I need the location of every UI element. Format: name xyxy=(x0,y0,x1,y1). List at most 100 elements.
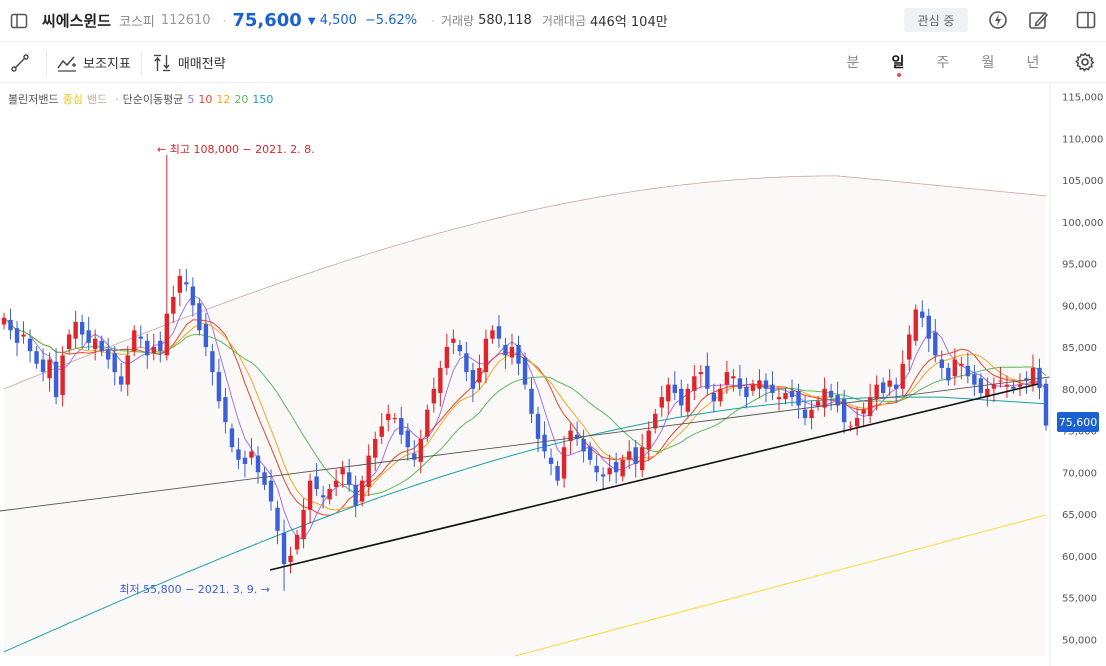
legend-bollinger-label: 볼린저밴드 xyxy=(8,93,59,106)
candle-body xyxy=(1017,384,1023,387)
candle-body xyxy=(294,534,300,550)
drawing-tool-button[interactable] xyxy=(0,50,47,75)
candle-body xyxy=(496,326,502,339)
candle-body xyxy=(425,409,430,437)
period-week[interactable]: 주 xyxy=(933,52,953,72)
candle-body xyxy=(640,447,645,471)
candle-body xyxy=(548,457,554,464)
candle-body xyxy=(991,384,997,389)
stock-code: 112610 xyxy=(160,13,211,28)
legend-bollinger-mid: 중심 xyxy=(62,93,83,106)
candle-body xyxy=(483,338,489,373)
candle-body xyxy=(555,466,560,481)
candle-body xyxy=(477,367,482,383)
separator-dot: · xyxy=(431,13,435,28)
candle-body xyxy=(894,384,899,389)
candle-body xyxy=(679,388,684,406)
candle-body xyxy=(900,363,905,389)
candle-body xyxy=(464,353,469,373)
price-chart[interactable]: ← 최고 108,000 − 2021. 2. 8. 최저 55,800 − 2… xyxy=(0,84,1106,666)
indicator-button[interactable]: 보조지표 xyxy=(47,50,142,75)
candle-body xyxy=(444,347,450,368)
candle-body xyxy=(920,311,925,318)
candle-body xyxy=(503,344,508,356)
candle-body xyxy=(763,380,769,389)
candle-body xyxy=(301,509,306,540)
period-month[interactable]: 월 xyxy=(978,52,998,72)
candle-body xyxy=(216,372,222,402)
candle-body xyxy=(275,507,280,531)
candle-body xyxy=(926,315,931,339)
candle-body xyxy=(27,338,33,352)
candle-body xyxy=(737,378,743,389)
current-price: 75,600 xyxy=(232,10,302,31)
candle-body xyxy=(972,374,977,385)
y-tick-label: 85,000 xyxy=(1062,343,1097,354)
down-arrow-icon: ▼ xyxy=(307,16,316,27)
candle-body xyxy=(1030,367,1036,385)
y-tick-label: 55,000 xyxy=(1062,594,1097,605)
candle-body xyxy=(190,286,196,306)
candle-body xyxy=(666,384,671,402)
period-minute[interactable]: 분 xyxy=(843,52,863,72)
candle-body xyxy=(770,384,775,393)
candle-body xyxy=(451,338,456,343)
candle-body xyxy=(1004,384,1010,387)
candle-body xyxy=(698,372,704,375)
y-tick-label: 50,000 xyxy=(1062,635,1097,646)
edit-icon[interactable] xyxy=(1027,9,1049,31)
candle-body xyxy=(646,430,651,450)
flash-icon[interactable] xyxy=(987,9,1009,31)
candle-body xyxy=(438,367,443,393)
candle-body xyxy=(66,334,72,350)
candle-body xyxy=(672,384,677,393)
candle-body xyxy=(939,359,944,368)
candle-body xyxy=(151,347,156,354)
candle-body xyxy=(53,361,59,398)
y-tick-label: 80,000 xyxy=(1062,385,1097,396)
candle-body xyxy=(1043,383,1049,426)
candle-body xyxy=(1,317,7,325)
candle-body xyxy=(952,359,958,377)
candle-body xyxy=(112,353,117,373)
candle-body xyxy=(164,313,170,356)
sidebar-toggle-icon[interactable] xyxy=(10,12,28,30)
y-tick-label: 60,000 xyxy=(1062,552,1097,563)
candle-body xyxy=(848,426,853,428)
candle-body xyxy=(314,476,319,489)
candle-body xyxy=(933,332,938,356)
candle-body xyxy=(880,382,886,393)
strategy-button[interactable]: 매매전략 xyxy=(142,51,236,75)
candle-body xyxy=(268,480,274,502)
y-tick-label: 115,000 xyxy=(1062,93,1103,104)
candle-body xyxy=(685,388,691,412)
candle-body xyxy=(119,376,124,385)
period-day[interactable]: 일 xyxy=(888,52,908,72)
candle-body xyxy=(288,555,293,563)
indicator-icon xyxy=(57,56,76,72)
candle-body xyxy=(809,409,814,419)
legend-sma-10: 10 xyxy=(198,92,213,106)
candle-body xyxy=(946,367,951,381)
candle-body xyxy=(262,472,267,485)
stock-name: 씨에스윈드 xyxy=(42,12,112,30)
candle-body xyxy=(14,328,20,343)
candle-body xyxy=(998,380,1003,382)
gear-icon[interactable] xyxy=(1075,52,1095,72)
candle-body xyxy=(412,453,417,460)
candle-body xyxy=(203,324,209,348)
strategy-icon xyxy=(153,54,170,71)
period-year[interactable]: 년 xyxy=(1023,52,1043,72)
candle-body xyxy=(281,532,287,565)
candle-body xyxy=(379,426,384,437)
split-panel-icon[interactable] xyxy=(1075,9,1097,31)
y-tick-label: 100,000 xyxy=(1062,218,1103,229)
candle-body xyxy=(431,388,437,404)
candle-body xyxy=(392,418,397,420)
candle-body xyxy=(125,355,130,385)
candle-body xyxy=(327,488,332,500)
watchlist-button[interactable]: 관심 중 xyxy=(904,8,968,32)
y-tick-label: 90,000 xyxy=(1062,301,1097,312)
candle-body xyxy=(171,296,176,314)
y-tick-label: 65,000 xyxy=(1062,510,1097,521)
